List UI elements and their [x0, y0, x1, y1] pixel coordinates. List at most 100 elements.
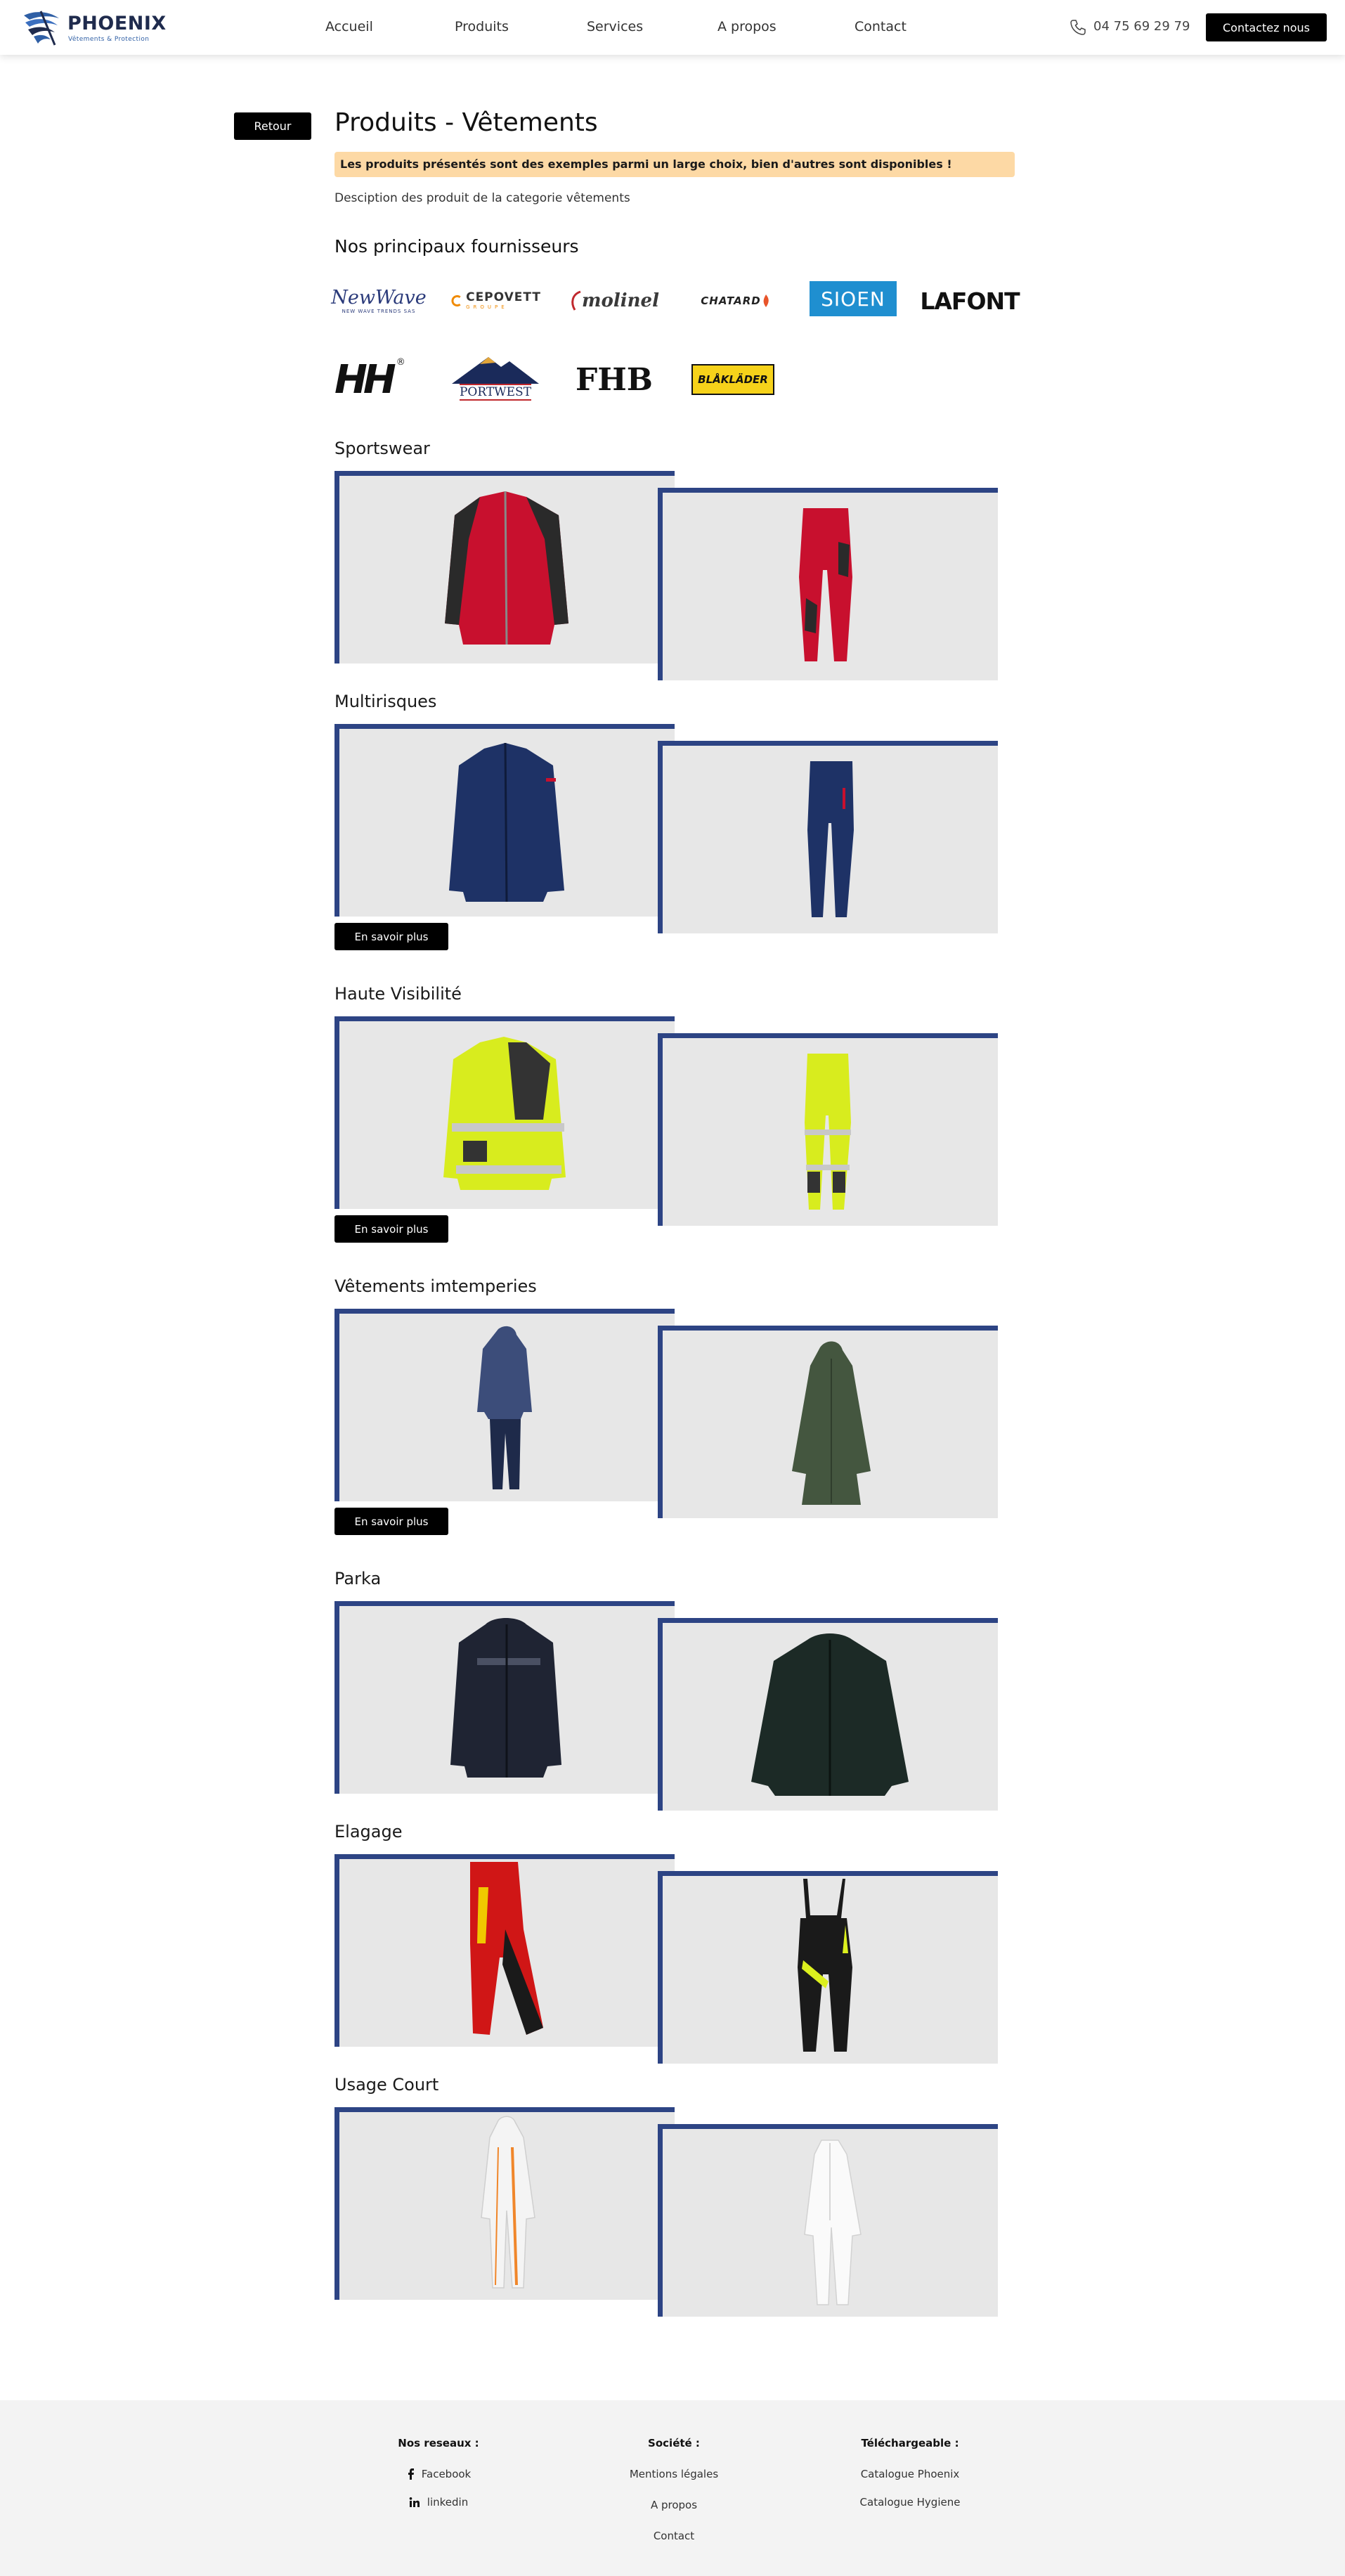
portwest-mountain-icon — [452, 357, 539, 384]
contact-us-button[interactable]: Contactez nous — [1206, 13, 1327, 41]
category-usage-court: Usage Court — [334, 2075, 1009, 2328]
site-header: PHOENIX Vêtements & Protection Accueil P… — [0, 0, 1345, 55]
product-card[interactable] — [334, 1854, 675, 2047]
legal-notice-link[interactable]: Mentions légales — [568, 2468, 779, 2480]
brand-tagline: Vêtements & Protection — [68, 36, 150, 43]
category-title: Sportswear — [334, 439, 430, 458]
nav-accueil[interactable]: Accueil — [325, 19, 373, 34]
supplier-sublabel: GROUPE — [466, 304, 508, 310]
supplier-logo-chatard: CHATARD — [691, 280, 780, 322]
supplier-name: molinel — [582, 290, 659, 311]
linkedin-label: linkedin — [427, 2496, 469, 2509]
red-chainsaw-trousers-icon — [470, 1862, 543, 2035]
learn-more-button[interactable]: En savoir plus — [334, 923, 448, 950]
product-card[interactable] — [334, 1016, 675, 1209]
category-title: Vêtements imtemperies — [334, 1276, 537, 1296]
phone-icon — [1070, 20, 1086, 35]
supplier-name: CEPOVETT — [466, 290, 541, 304]
footer-heading: Téléchargeable : — [861, 2437, 959, 2449]
site-footer: Nos reseaux : Facebook linkedin Société … — [0, 2400, 1345, 2576]
supplier-name: SIOEN — [821, 287, 885, 311]
catalogue-hygiene-link[interactable]: Catalogue Hygiene — [805, 2496, 1015, 2509]
category-parka: Parka — [334, 1569, 1009, 1822]
facebook-label: Facebook — [421, 2468, 472, 2480]
contact-link[interactable]: Contact — [568, 2530, 779, 2542]
category-title: Parka — [334, 1569, 382, 1588]
navy-multirisk-jacket-icon — [449, 742, 564, 902]
molinel-swoosh-icon — [571, 290, 581, 311]
navy-multirisk-trousers-icon — [807, 761, 854, 917]
red-softshell-jacket-icon — [445, 491, 568, 645]
category-elagage: Elagage — [334, 1822, 1009, 2075]
supplier-name: CHATARD — [701, 295, 761, 307]
supplier-sublabel: NEW WAVE TRENDS SAS — [342, 308, 416, 314]
white-disposable-coverall-orange-icon — [481, 2116, 535, 2289]
cepovett-c-icon — [451, 295, 461, 307]
supplier-logo-blaklader: BLÅKLÄDER — [691, 364, 774, 395]
category-title: Haute Visibilité — [334, 984, 462, 1004]
category-description: Desciption des produit de la categorie v… — [334, 191, 630, 205]
footer-heading: Nos reseaux : — [398, 2437, 479, 2449]
supplier-name: NewWave — [331, 286, 427, 309]
category-title: Usage Court — [334, 2075, 439, 2095]
about-link[interactable]: A propos — [568, 2499, 779, 2511]
suppliers-title: Nos principaux fournisseurs — [334, 236, 579, 257]
product-card[interactable] — [658, 1618, 998, 1811]
nav-services[interactable]: Services — [587, 19, 643, 34]
dark-green-parka-icon — [751, 1633, 909, 1796]
nav-contact[interactable]: Contact — [855, 19, 907, 34]
supplier-logo-helly-hansen: HH ® — [334, 356, 422, 403]
product-card[interactable] — [658, 741, 998, 933]
supplier-logo-sioen: SIOEN — [810, 281, 897, 316]
product-card[interactable] — [658, 1871, 998, 2064]
product-card[interactable] — [334, 724, 675, 917]
black-chainsaw-bib-icon — [798, 1879, 852, 2052]
white-disposable-coverall-icon — [804, 2140, 862, 2305]
page-title: Produits - Vêtements — [334, 108, 598, 137]
product-card[interactable] — [658, 2124, 998, 2317]
chatard-flame-icon — [763, 295, 769, 307]
supplier-logo-cepovett: CEPOVETT GROUPE — [450, 280, 541, 322]
category-title: Multirisques — [334, 692, 437, 711]
notice-banner: Les produits présentés sont des exemples… — [334, 152, 1015, 177]
nav-produits[interactable]: Produits — [455, 19, 509, 34]
supplier-name: PORTWEST — [459, 384, 532, 401]
category-multirisques: Multirisques En savoir plus — [334, 692, 1009, 984]
learn-more-button[interactable]: En savoir plus — [334, 1215, 448, 1243]
nav-a-propos[interactable]: A propos — [717, 19, 777, 34]
category-sportswear: Sportswear — [334, 439, 1009, 692]
phone-text: 04 75 69 29 79 — [1093, 19, 1190, 34]
product-card[interactable] — [334, 1309, 675, 1501]
supplier-logo-fhb: FHB — [569, 357, 659, 402]
product-card[interactable] — [334, 2107, 675, 2300]
facebook-icon — [408, 2468, 414, 2480]
learn-more-button[interactable]: En savoir plus — [334, 1508, 448, 1535]
brand-name: PHOENIX — [67, 13, 167, 34]
category-haute-visibilite: Haute Visibilité En savoir plus — [334, 984, 1009, 1276]
supplier-logo-newwave: NewWave NEW WAVE TRENDS SAS — [331, 280, 427, 322]
navy-rain-suit-icon — [477, 1326, 532, 1489]
brand-logo[interactable]: PHOENIX Vêtements & Protection — [21, 7, 183, 48]
product-card[interactable] — [334, 471, 675, 664]
phoenix-wing-logo-icon — [24, 11, 59, 46]
hi-vis-yellow-jacket-icon — [443, 1037, 566, 1190]
back-button[interactable]: Retour — [234, 112, 311, 140]
supplier-logo-molinel: molinel — [569, 280, 659, 322]
category-vetements-intemperies: Vêtements imtemperies En savoir plus — [334, 1276, 1009, 1569]
footer-heading: Société : — [648, 2437, 700, 2449]
registered-mark-icon: ® — [396, 357, 405, 368]
product-card[interactable] — [658, 1326, 998, 1518]
facebook-link[interactable]: Facebook — [333, 2468, 544, 2483]
product-card[interactable] — [658, 1033, 998, 1226]
supplier-name: LAFONT — [920, 287, 1020, 315]
navy-parka-icon — [450, 1618, 561, 1778]
green-rain-coat-icon — [792, 1341, 871, 1505]
product-card[interactable] — [658, 488, 998, 680]
linkedin-icon — [409, 2497, 420, 2507]
linkedin-link[interactable]: linkedin — [333, 2496, 544, 2511]
product-card[interactable] — [334, 1601, 675, 1794]
catalogue-phoenix-link[interactable]: Catalogue Phoenix — [805, 2468, 1015, 2480]
supplier-name: HH — [334, 356, 396, 403]
supplier-name: FHB — [576, 361, 653, 398]
red-work-trousers-icon — [799, 508, 852, 661]
